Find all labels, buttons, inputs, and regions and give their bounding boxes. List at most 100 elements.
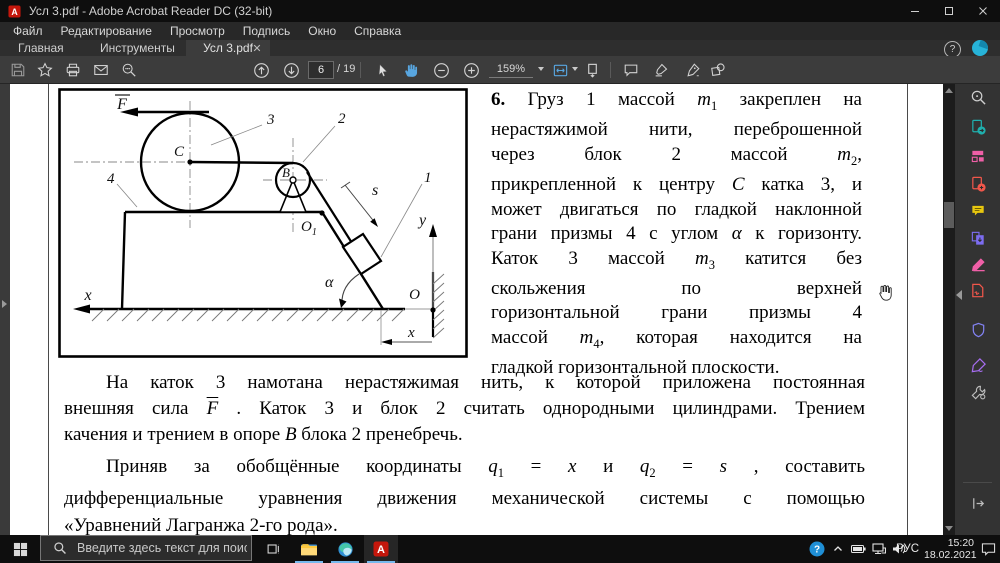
print-button[interactable] (61, 60, 85, 80)
page-scroll-icon (587, 63, 597, 78)
zoom-in-button[interactable] (459, 60, 483, 80)
select-tool-button[interactable] (370, 60, 394, 80)
create-pdf-button[interactable] (969, 175, 987, 193)
more-tools-button[interactable] (969, 383, 987, 401)
save-button[interactable] (6, 60, 30, 80)
zoom-level-input[interactable]: 159% (489, 61, 533, 78)
comment-bubble-icon (624, 64, 638, 77)
text-line: через блок 2 массой m2, (491, 143, 862, 168)
search-input[interactable] (75, 540, 249, 556)
task-view-button[interactable] (256, 535, 290, 563)
signature-doc-icon (971, 283, 983, 297)
tools-panel (955, 84, 1000, 535)
wrench-icon (971, 385, 985, 399)
avatar[interactable] (972, 40, 988, 56)
search-tool-button[interactable] (969, 88, 987, 106)
text-line: горизонтальной грани призмы 4 (491, 302, 862, 324)
expand-nav-icon[interactable] (2, 300, 7, 308)
language-indicator[interactable]: РУС (896, 535, 919, 563)
file-explorer-icon (301, 544, 317, 556)
email-button[interactable] (89, 60, 113, 80)
minimize-button[interactable] (898, 0, 932, 22)
find-button[interactable] (117, 60, 141, 80)
network-indicator[interactable] (869, 535, 889, 563)
fit-dropdown-icon[interactable] (572, 67, 578, 71)
file-explorer-button[interactable] (292, 535, 326, 563)
paragraph-lagrange-task: Приняв за обобщённые координаты q1 = x и… (64, 454, 865, 539)
tab-tools[interactable]: Инструменты (100, 40, 175, 56)
edge-button[interactable] (328, 535, 362, 563)
menu-help[interactable]: Справка (345, 24, 410, 38)
svg-text:A: A (11, 6, 18, 16)
start-button[interactable] (0, 535, 40, 563)
scroll-down-icon[interactable] (945, 526, 953, 531)
title-bar: A Усл 3.pdf - Adobe Acrobat Reader DC (3… (0, 0, 1000, 22)
menu-sign[interactable]: Подпись (234, 24, 300, 38)
label-axis-x: x (83, 287, 91, 304)
pdf-page: F C B O1 3 2 4 1 s α y O x x 6. Груз 1 м… (10, 84, 943, 536)
highlight-tool-button[interactable] (649, 60, 673, 80)
left-nav-collapsed[interactable] (0, 84, 10, 535)
close-button[interactable] (966, 0, 1000, 22)
page-number-input[interactable]: 6 (308, 61, 334, 79)
thread-c-to-pulley (189, 160, 294, 165)
combine-files-button[interactable] (969, 229, 987, 247)
label-force-f: F (116, 96, 127, 113)
scrollbar-thumb[interactable] (944, 202, 954, 228)
help-circle-icon: ? (809, 541, 825, 557)
menu-bar: Файл Редактирование Просмотр Подпись Окн… (0, 22, 1000, 40)
print-icon (66, 63, 80, 77)
acrobat-taskbar-button[interactable]: A (364, 535, 398, 563)
tray-help-button[interactable]: ? (806, 535, 828, 563)
comment-tool-button[interactable] (619, 60, 643, 80)
menu-view[interactable]: Просмотр (161, 24, 234, 38)
comment-panel-button[interactable] (969, 202, 987, 220)
combine-files-icon (971, 231, 984, 245)
maximize-icon (945, 7, 953, 15)
toolbar: 6 / 19 159% (0, 56, 1000, 84)
action-center-button[interactable] (976, 535, 1000, 563)
page-scroll-button[interactable] (580, 60, 604, 80)
clock-time: 15:20 (947, 537, 974, 549)
fit-width-button[interactable] (548, 60, 572, 80)
tab-home[interactable]: Главная (18, 40, 64, 56)
paragraph-thread-force: На каток 3 намотана нерастяжимая нить, к… (64, 370, 865, 448)
window-title: Усл 3.pdf - Adobe Acrobat Reader DC (32-… (29, 4, 273, 18)
hand-tool-button[interactable] (399, 60, 423, 80)
toolbar-divider (610, 62, 611, 78)
expand-pane-button[interactable] (969, 494, 987, 512)
fill-sign-button[interactable] (969, 356, 987, 374)
star-icon (37, 62, 53, 77)
menu-file[interactable]: Файл (4, 24, 52, 38)
taskbar-search-box[interactable] (40, 535, 252, 561)
scroll-up-icon[interactable] (945, 88, 953, 93)
windows-taskbar: A ? РУС 15:20 18.02.2021 (0, 535, 1000, 563)
star-button[interactable] (33, 60, 57, 80)
edit-pdf-button[interactable] (969, 255, 987, 273)
tray-chevron-button[interactable] (829, 535, 847, 563)
next-page-button[interactable] (279, 60, 303, 80)
vertical-scrollbar[interactable] (943, 84, 955, 535)
task-view-icon (267, 544, 279, 554)
request-signatures-button[interactable] (969, 282, 987, 300)
shapes-tool-button[interactable] (706, 60, 730, 80)
battery-indicator[interactable] (847, 535, 869, 563)
sign-tool-button[interactable] (681, 60, 705, 80)
network-icon (872, 543, 886, 555)
previous-page-button[interactable] (249, 60, 273, 80)
collapse-panel-icon[interactable] (956, 290, 962, 300)
protect-pdf-button[interactable] (969, 321, 987, 339)
menu-window[interactable]: Окно (299, 24, 345, 38)
export-pdf-button[interactable] (969, 118, 987, 136)
origin-dot (430, 307, 436, 313)
zoom-dropdown-icon[interactable] (538, 67, 544, 71)
text-line: прикрепленной к центру C катка 3, и (491, 174, 863, 196)
menu-edit[interactable]: Редактирование (52, 24, 161, 38)
tab-close-icon[interactable]: ✕ (250, 41, 264, 55)
close-icon (979, 7, 987, 15)
text-line: качения и трением в опоре B блока 2 прен… (64, 424, 463, 445)
zoom-out-button[interactable] (429, 60, 453, 80)
clock[interactable]: 15:20 18.02.2021 (924, 537, 977, 561)
organize-pages-button[interactable] (969, 147, 987, 165)
maximize-button[interactable] (932, 0, 966, 22)
